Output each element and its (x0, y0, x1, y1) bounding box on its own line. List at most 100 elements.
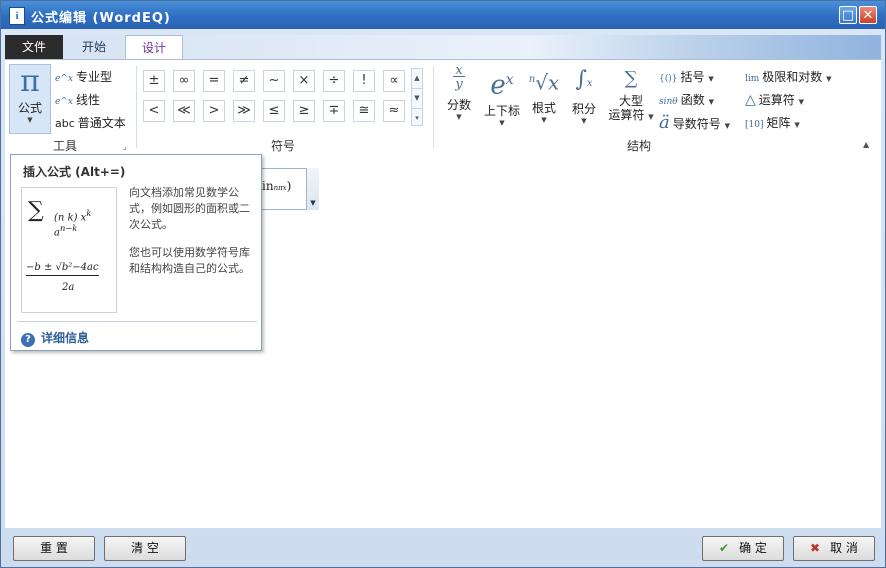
tab-home[interactable]: 开始 (63, 35, 125, 59)
structure-group-label: 结构 (626, 139, 651, 153)
insert-formula-button[interactable]: π 公式 ▼ (9, 64, 51, 134)
symbol-not-equal[interactable]: ≠ (233, 70, 255, 92)
formula-preview-image: ∑ (n k) xk an−k −b ± √b²−4ac 2a (21, 187, 117, 313)
tools-group-label: 工具 (52, 139, 77, 153)
chevron-down-icon: ▼ (724, 122, 730, 130)
symbol-gallery-scroll[interactable]: ▲ ▼ ▾ (411, 68, 423, 126)
symbol-approx[interactable]: ≈ (383, 100, 405, 122)
reset-button[interactable]: 重 置 (13, 536, 95, 561)
app-icon: i (9, 7, 25, 25)
matrix-icon: [10] (745, 120, 764, 130)
collapse-ribbon-icon[interactable]: ▲ (863, 140, 869, 149)
symbol-greater-equal[interactable]: ≥ (293, 100, 315, 122)
professional-format-button[interactable]: e^x 专业型 (55, 68, 112, 85)
linear-format-icon: e^x (55, 97, 73, 107)
symbol-much-less[interactable]: ≪ (173, 100, 195, 122)
close-window-button[interactable]: ✕ (859, 6, 877, 24)
chevron-down-icon: ▼ (499, 118, 505, 127)
integral-icon: ∫x (575, 67, 593, 92)
accent-icon: ä (659, 112, 670, 133)
radical-button[interactable]: n√x 根式 ▼ (527, 64, 561, 124)
ribbon-body: π 公式 ▼ e^x 专业型 e^x 线性 abc 普通文本 工具 ⌟ ± ∞ = ≠… (5, 59, 881, 155)
scroll-up-icon[interactable]: ▲ (412, 69, 422, 89)
tooltip-divider (17, 321, 257, 322)
fraction-button[interactable]: xy 分数 ▼ (443, 63, 475, 122)
group-divider (433, 66, 434, 148)
limit-log-button[interactable]: lim 极限和对数 ▼ (745, 68, 832, 85)
binomial-formula-icon: (n k) xk an−k (54, 208, 92, 239)
chevron-down-icon: ▼ (581, 117, 587, 125)
plain-text-button[interactable]: abc 普通文本 (55, 114, 126, 131)
sum-formula-icon: ∑ (28, 198, 44, 223)
tooltip-description-1: 向文档添加常见数学公式，例如圆形的面积或二次公式。 (129, 186, 250, 231)
large-operator-button[interactable]: ∑ 大型 运算符 ▼ (605, 64, 657, 124)
quadratic-denominator-icon: 2a (62, 282, 75, 293)
equation-preview-icon: innπx) (262, 179, 292, 193)
symbol-less-than[interactable]: < (143, 100, 165, 122)
insert-formula-label: 公式 (17, 101, 42, 115)
linear-format-button[interactable]: e^x 线性 (55, 91, 100, 108)
operator-button[interactable]: △ 运算符 ▼ (745, 91, 804, 108)
help-icon: ? (21, 333, 35, 347)
symbol-factorial[interactable]: ! (353, 70, 375, 92)
symbol-divide[interactable]: ÷ (323, 70, 345, 92)
bracket-button[interactable]: {()} 括号 ▼ (659, 68, 714, 85)
fraction-icon: xy (453, 63, 465, 92)
chevron-down-icon: ▼ (708, 98, 714, 106)
tooltip-title: 插入公式 (Alt+=) (23, 165, 126, 179)
dialog-launcher-icon[interactable]: ⌟ (123, 142, 127, 151)
scroll-down-icon[interactable]: ▼ (412, 89, 422, 109)
symbol-infinity[interactable]: ∞ (173, 70, 195, 92)
ok-button[interactable]: ✔ 确 定 (702, 536, 784, 561)
symbol-congruent[interactable]: ≅ (353, 100, 375, 122)
quadratic-formula-icon: −b ± √b²−4ac (26, 262, 99, 276)
chevron-down-icon: ▼ (648, 113, 654, 121)
title-bar: i 公式编辑 (WordEQ) □ ✕ (1, 1, 885, 29)
summation-icon: ∑ (624, 68, 638, 89)
bracket-icon: {()} (659, 74, 678, 84)
accent-button[interactable]: ä 导数符号 ▼ (659, 112, 730, 133)
equation-dropdown-button[interactable]: ▼ (306, 168, 319, 210)
group-divider (136, 66, 137, 148)
symbol-plus-minus[interactable]: ± (143, 70, 165, 92)
integral-button[interactable]: ∫x 积分 ▼ (567, 64, 601, 125)
cancel-button[interactable]: ✖ 取 消 (793, 536, 875, 561)
equation-editor-window: i 公式编辑 (WordEQ) □ ✕ 文件 开始 设计 π 公式 ▼ e^x 专… (0, 0, 886, 568)
chevron-down-icon: ▼ (541, 115, 547, 124)
symbols-group-label: 符号 (270, 139, 295, 153)
tab-file[interactable]: 文件 (5, 35, 63, 59)
maximize-button[interactable]: □ (839, 6, 857, 24)
ribbon-tabs: 文件 开始 设计 (5, 35, 881, 60)
matrix-button[interactable]: [10] 矩阵 ▼ (745, 114, 800, 131)
clear-button[interactable]: 清 空 (104, 536, 186, 561)
limit-icon: lim (745, 74, 760, 84)
operator-icon: △ (745, 92, 756, 108)
chevron-down-icon: ▼ (456, 113, 462, 121)
tab-design[interactable]: 设计 (125, 35, 183, 60)
check-icon: ✔ (719, 541, 730, 555)
superscript-icon: ex (490, 70, 514, 101)
script-button[interactable]: ex 上下标 ▼ (479, 64, 525, 127)
professional-format-icon: e^x (55, 74, 73, 84)
tooltip-description-2: 您也可以使用数学符号库和结构构造自己的公式。 (129, 246, 250, 275)
symbol-much-greater[interactable]: ≫ (233, 100, 255, 122)
symbol-tilde[interactable]: ~ (263, 70, 285, 92)
symbol-times[interactable]: × (293, 70, 315, 92)
gallery-expand-icon[interactable]: ▾ (412, 109, 422, 127)
chevron-down-icon: ▼ (27, 116, 33, 124)
plain-text-icon: abc (55, 117, 75, 130)
pi-icon: π (20, 64, 40, 99)
radical-icon: n√x (528, 70, 560, 95)
tooltip-help-link[interactable]: ? 详细信息 (21, 329, 89, 347)
function-button[interactable]: sinθ 函数 ▼ (659, 91, 714, 108)
function-icon: sinθ (659, 97, 678, 107)
chevron-down-icon: ▼ (708, 75, 714, 83)
close-icon: ✖ (810, 541, 821, 555)
symbol-less-equal[interactable]: ≤ (263, 100, 285, 122)
symbol-equals[interactable]: = (203, 70, 225, 92)
insert-formula-tooltip: 插入公式 (Alt+=) ∑ (n k) xk an−k −b ± √b²−4a… (10, 154, 262, 351)
symbol-minus-plus[interactable]: ∓ (323, 100, 345, 122)
symbol-proportional[interactable]: ∝ (383, 70, 405, 92)
chevron-down-icon: ▼ (826, 75, 832, 83)
symbol-greater-than[interactable]: > (203, 100, 225, 122)
